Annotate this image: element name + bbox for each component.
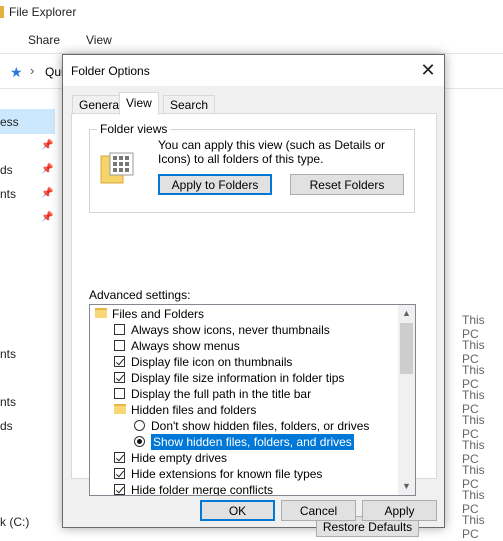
folder-views-heading: Folder views	[97, 122, 171, 136]
checkbox[interactable]	[114, 388, 125, 399]
checkbox[interactable]	[114, 356, 125, 367]
checkbox[interactable]	[114, 468, 125, 479]
explorer-titlebar: File Explorer	[0, 0, 503, 26]
address-text: Qui	[45, 65, 64, 79]
scroll-down-icon[interactable]: ▼	[398, 478, 415, 495]
pin-icon: 📌	[41, 164, 54, 175]
settings-row-label: Files and Folders	[112, 307, 205, 321]
location-cell: This PC	[462, 488, 485, 516]
folder-views-icon	[100, 152, 134, 184]
close-icon[interactable]: ✕	[416, 59, 440, 81]
location-cell: This PC	[462, 338, 485, 366]
tab-search[interactable]: Search	[163, 95, 216, 114]
reset-folders-button[interactable]: Reset Folders	[290, 174, 404, 195]
cancel-button[interactable]: Cancel	[281, 500, 356, 521]
folder-icon	[0, 6, 4, 18]
radio-button[interactable]	[134, 420, 145, 431]
nav-item[interactable]: ess	[0, 115, 19, 129]
location-cell: This PC	[462, 363, 485, 391]
settings-row-label: Display file icon on thumbnails	[131, 355, 293, 369]
advanced-settings-label: Advanced settings:	[89, 288, 191, 302]
pin-icon: 📌	[41, 140, 54, 151]
location-cell: This PC	[462, 463, 485, 491]
chevron-right-icon[interactable]: ›	[30, 63, 34, 78]
view-tab-panel: Folder views You can apply this view (su…	[71, 113, 437, 537]
checkbox[interactable]	[114, 452, 125, 463]
pin-icon: 📌	[41, 212, 54, 223]
settings-row-label: Always show icons, never thumbnails	[131, 323, 330, 337]
nav-item[interactable]: ds	[0, 163, 13, 177]
nav-item[interactable]: nts	[0, 347, 16, 361]
apply-to-folders-button[interactable]: Apply to Folders	[158, 174, 272, 195]
settings-row-label: Hide folder merge conflicts	[131, 483, 274, 496]
checkbox[interactable]	[114, 324, 125, 335]
vertical-scrollbar[interactable]: ▲ ▼	[398, 305, 415, 495]
apply-button[interactable]: Apply	[362, 500, 437, 521]
quick-access-star-icon: ★	[10, 64, 23, 80]
location-cell: This PC	[462, 388, 485, 416]
folder-views-description: You can apply this view (such as Details…	[158, 138, 386, 166]
settings-row-label: Hide extensions for known file types	[131, 467, 323, 481]
settings-row-label: Don't show hidden files, folders, or dri…	[151, 419, 370, 433]
nav-item[interactable]: nts	[0, 187, 16, 201]
dialog-title: Folder Options	[71, 64, 150, 78]
ribbon-tab-share[interactable]: Share	[28, 33, 60, 47]
nav-item[interactable]: ds	[0, 419, 13, 433]
pin-icon: 📌	[41, 188, 54, 199]
folder-icon	[114, 404, 126, 414]
settings-row-label: Always show menus	[131, 339, 240, 353]
folder-icon	[95, 308, 107, 318]
location-cell: This PC	[462, 313, 485, 341]
folder-views-group: Folder views You can apply this view (su…	[89, 122, 415, 213]
scroll-up-icon[interactable]: ▲	[398, 305, 415, 322]
explorer-title: File Explorer	[9, 5, 77, 19]
location-cell: This PC	[462, 513, 485, 541]
advanced-settings-tree[interactable]: Hide folder merge conflicts Hide extensio…	[89, 304, 416, 496]
checkbox[interactable]	[114, 484, 125, 495]
ok-button[interactable]: OK	[200, 500, 275, 521]
checkbox[interactable]	[114, 372, 125, 383]
folder-options-dialog: Folder Options ✕ General View Search Fol…	[62, 54, 445, 537]
settings-row-label: Hidden files and folders	[131, 403, 257, 417]
radio-button[interactable]	[134, 436, 145, 447]
scrollbar-thumb[interactable]	[400, 323, 413, 374]
ribbon-tab-view[interactable]: View	[86, 33, 112, 47]
settings-row-label: Show hidden files, folders, and drives	[151, 434, 354, 450]
explorer-ribbon: Share View	[0, 26, 503, 54]
tab-view[interactable]: View	[119, 92, 159, 115]
location-cell: This PC	[462, 438, 485, 466]
location-cell: This PC	[462, 413, 485, 441]
settings-row-label: Hide empty drives	[131, 451, 228, 465]
settings-row-label: Display file size information in folder …	[131, 371, 345, 385]
nav-item[interactable]: nts	[0, 395, 16, 409]
settings-row-label: Display the full path in the title bar	[131, 387, 312, 401]
checkbox[interactable]	[114, 340, 125, 351]
dialog-titlebar[interactable]: Folder Options ✕	[63, 55, 444, 86]
nav-item[interactable]: k (C:)	[0, 515, 29, 529]
